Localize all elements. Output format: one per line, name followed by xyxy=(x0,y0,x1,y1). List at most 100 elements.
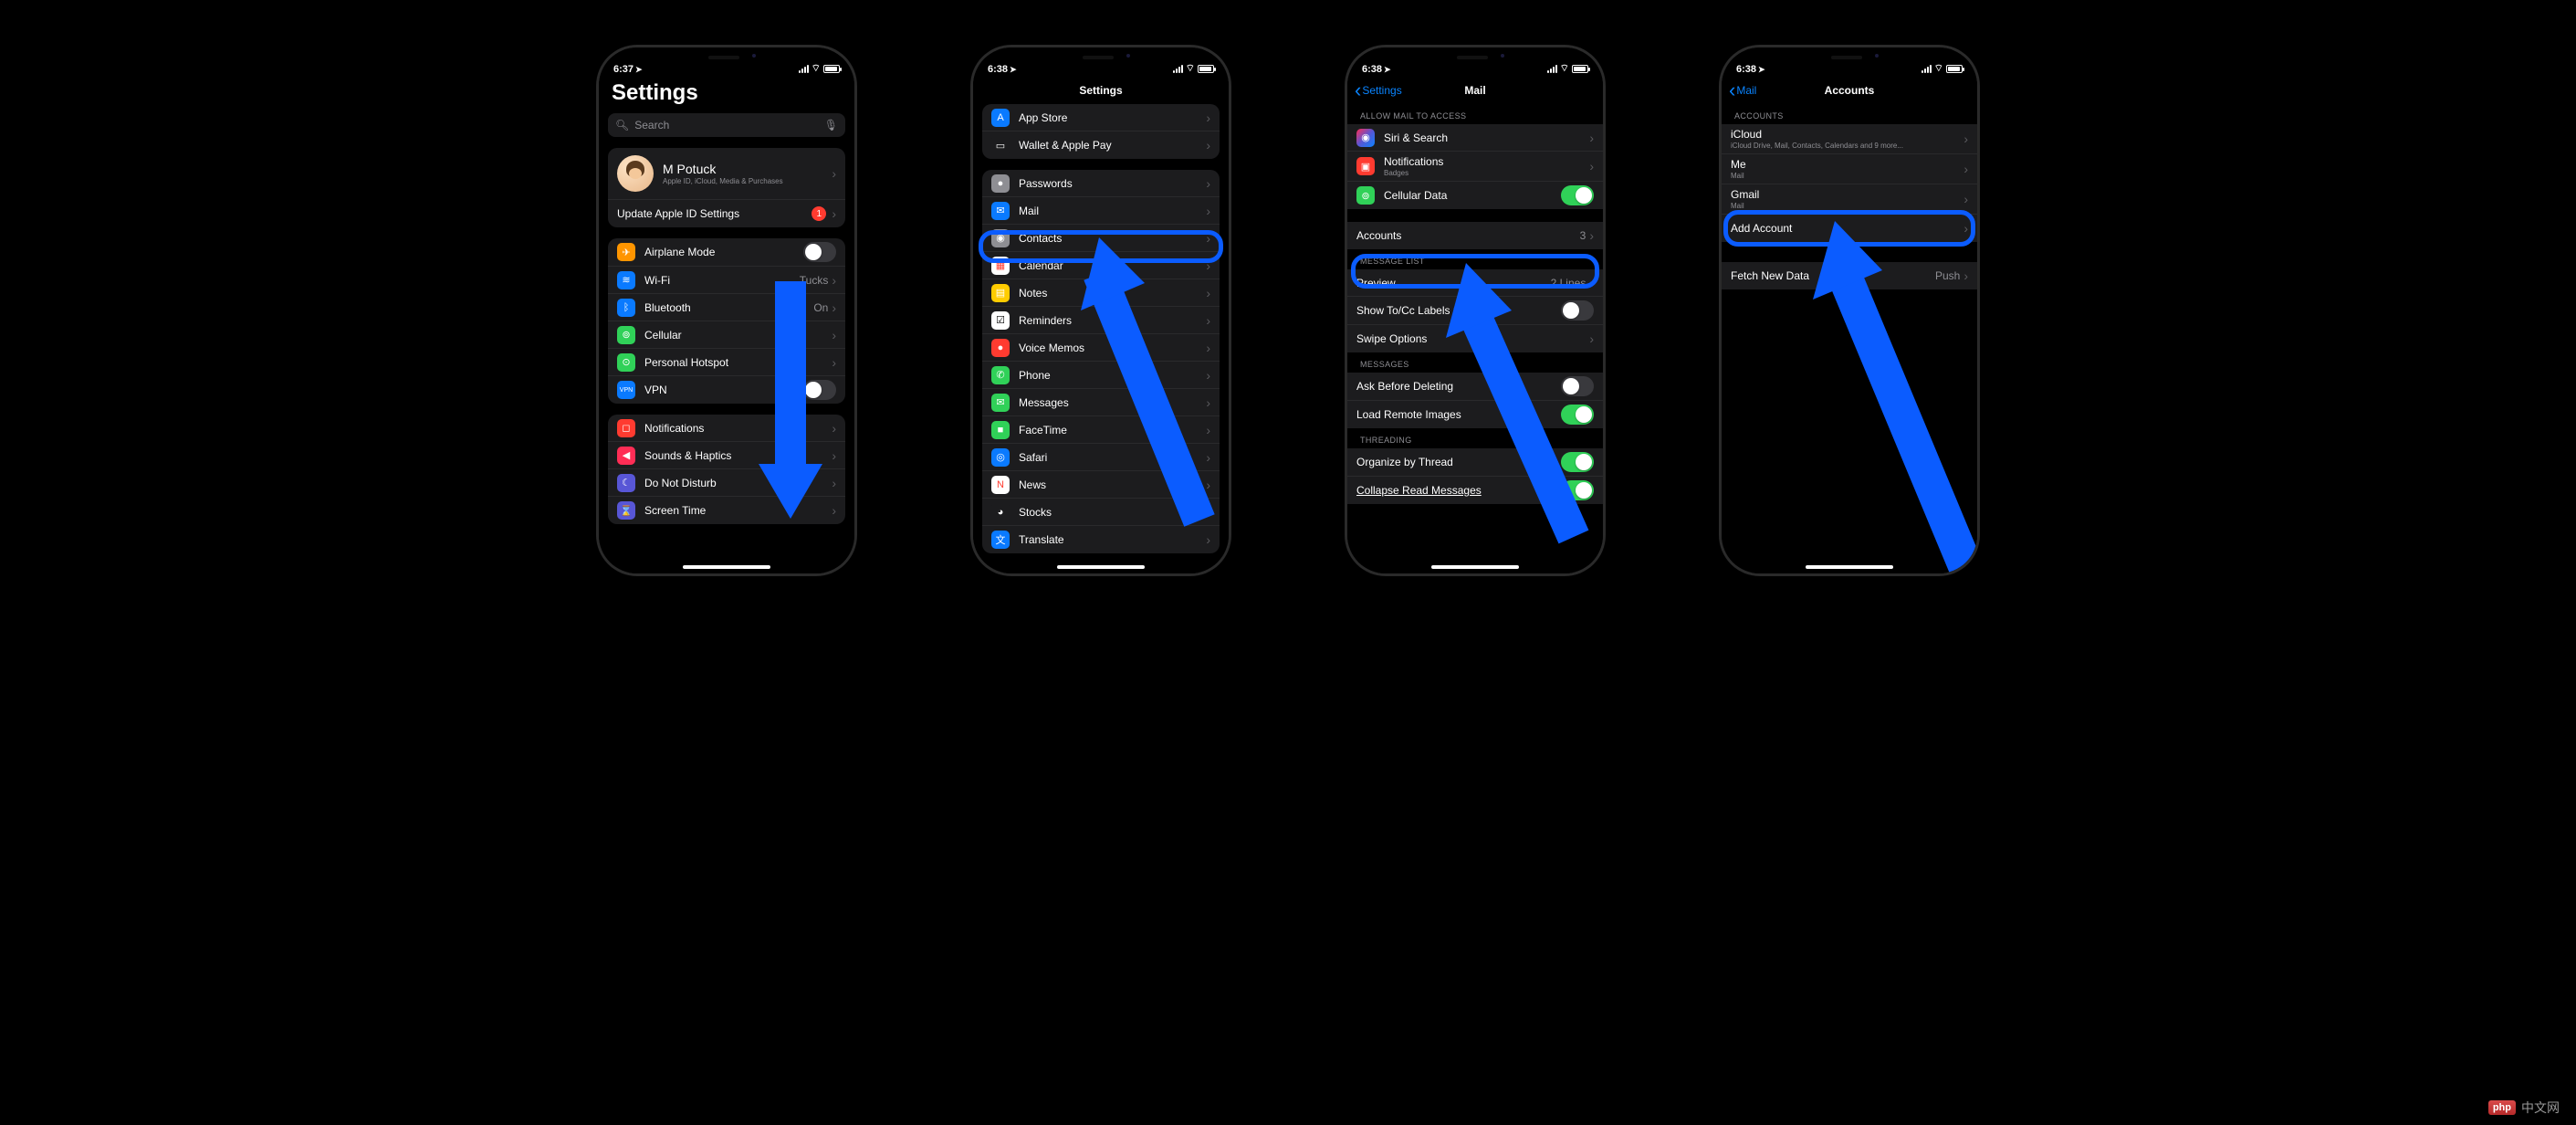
do-not-disturb-label: Do Not Disturb xyxy=(644,477,832,489)
row-show-to-cc-labels[interactable]: Show To/Cc Labels xyxy=(1347,297,1603,325)
back-button[interactable]: Settings xyxy=(1355,84,1402,97)
status-time: 6:37 xyxy=(613,64,634,75)
cellular-data-toggle[interactable] xyxy=(1561,185,1594,205)
back-button[interactable]: Mail xyxy=(1729,84,1756,97)
signal-icon xyxy=(1922,65,1932,73)
reminders-label: Reminders xyxy=(1019,314,1206,327)
chevron-right-icon: › xyxy=(832,206,836,221)
row-reminders[interactable]: ☑Reminders› xyxy=(982,307,1220,334)
row-gmail[interactable]: GmailMail› xyxy=(1722,184,1977,215)
organize-by-thread-toggle[interactable] xyxy=(1561,452,1594,472)
notifications-icon: ▣ xyxy=(1356,157,1375,175)
stocks-label: Stocks xyxy=(1019,506,1206,519)
fetch-label: Fetch New Data xyxy=(1731,269,1935,282)
chevron-right-icon: › xyxy=(1206,423,1210,437)
row-facetime[interactable]: ■FaceTime› xyxy=(982,416,1220,444)
row-organize-by-thread[interactable]: Organize by Thread xyxy=(1347,448,1603,477)
section-label-accounts: ACCOUNTS xyxy=(1722,104,1977,124)
preview-label: Preview xyxy=(1356,277,1551,289)
row-screen-time[interactable]: ⌛Screen Time› xyxy=(608,497,845,524)
row-notifications[interactable]: ▣NotificationsBadges› xyxy=(1347,152,1603,182)
fetch-row[interactable]: Fetch New Data Push › xyxy=(1722,262,1977,289)
row-passwords[interactable]: ●Passwords› xyxy=(982,170,1220,197)
chevron-right-icon: › xyxy=(1206,204,1210,218)
chevron-right-icon: › xyxy=(1963,268,1968,283)
row-app-store[interactable]: AApp Store› xyxy=(982,104,1220,131)
row-do-not-disturb[interactable]: ☾Do Not Disturb› xyxy=(608,469,845,497)
accounts-row[interactable]: Accounts 3 › xyxy=(1347,222,1603,249)
row-phone[interactable]: ✆Phone› xyxy=(982,362,1220,389)
row-stocks[interactable]: ◕Stocks› xyxy=(982,499,1220,526)
row-contacts[interactable]: ◉Contacts› xyxy=(982,225,1220,252)
mail-icon: ✉ xyxy=(991,202,1010,220)
row-wi-fi[interactable]: ≋Wi-FiTucks› xyxy=(608,267,845,294)
passwords-label: Passwords xyxy=(1019,177,1206,190)
chevron-right-icon: › xyxy=(1206,138,1210,152)
profile-name: M Potuck xyxy=(663,162,832,176)
facetime-icon: ■ xyxy=(991,421,1010,439)
row-cellular-data[interactable]: ⊚Cellular Data xyxy=(1347,182,1603,209)
row-me[interactable]: MeMail› xyxy=(1722,154,1977,184)
home-indicator[interactable] xyxy=(1806,565,1893,569)
row-sounds-haptics[interactable]: ◀Sounds & Haptics› xyxy=(608,442,845,469)
sounds-haptics-icon: ◀ xyxy=(617,447,635,465)
row-add-account[interactable]: Add Account› xyxy=(1722,215,1977,242)
home-indicator[interactable] xyxy=(1057,565,1145,569)
row-safari[interactable]: ◎Safari› xyxy=(982,444,1220,471)
row-vpn[interactable]: VPNVPN xyxy=(608,376,845,404)
load-remote-images-toggle[interactable] xyxy=(1561,405,1594,425)
ask-before-deleting-toggle[interactable] xyxy=(1561,376,1594,396)
wifi-icon: ⌔ xyxy=(1560,62,1569,75)
wallet-apple-pay-label: Wallet & Apple Pay xyxy=(1019,139,1206,152)
row-load-remote-images[interactable]: Load Remote Images xyxy=(1347,401,1603,428)
row-notifications[interactable]: ◻Notifications› xyxy=(608,415,845,442)
vpn-toggle[interactable] xyxy=(803,380,836,400)
apple-id-row[interactable]: M Potuck Apple ID, iCloud, Media & Purch… xyxy=(608,148,845,200)
row-news[interactable]: NNews› xyxy=(982,471,1220,499)
personal-hotspot-icon: ⊙ xyxy=(617,353,635,372)
chevron-right-icon: › xyxy=(832,355,836,370)
row-translate[interactable]: 文Translate› xyxy=(982,526,1220,553)
row-preview[interactable]: Preview2 Lines› xyxy=(1347,269,1603,297)
chevron-right-icon: › xyxy=(1206,110,1210,125)
row-cellular[interactable]: ⊚Cellular› xyxy=(608,321,845,349)
search-input[interactable]: 🔍︎ Search 🎙︎ xyxy=(608,113,845,137)
row-collapse-read-messages[interactable]: Collapse Read Messages xyxy=(1347,477,1603,504)
screen-time-label: Screen Time xyxy=(644,504,832,517)
chevron-right-icon: › xyxy=(832,421,836,436)
chevron-right-icon: › xyxy=(832,273,836,288)
home-indicator[interactable] xyxy=(683,565,770,569)
row-airplane-mode[interactable]: ✈Airplane Mode xyxy=(608,238,845,267)
row-icloud[interactable]: iCloudiCloud Drive, Mail, Contacts, Cale… xyxy=(1722,124,1977,154)
signal-icon xyxy=(1547,65,1557,73)
notch xyxy=(1420,47,1530,68)
update-apple-id-row[interactable]: Update Apple ID Settings 1 › xyxy=(608,200,845,227)
row-voice-memos[interactable]: ●Voice Memos› xyxy=(982,334,1220,362)
show-to-cc-labels-toggle[interactable] xyxy=(1561,300,1594,321)
chevron-right-icon: › xyxy=(1589,276,1594,290)
row-siri-search[interactable]: ◉Siri & Search› xyxy=(1347,124,1603,152)
safari-icon: ◎ xyxy=(991,448,1010,467)
chevron-right-icon: › xyxy=(832,476,836,490)
row-calendar[interactable]: ▦Calendar› xyxy=(982,252,1220,279)
row-ask-before-deleting[interactable]: Ask Before Deleting xyxy=(1347,373,1603,401)
calendar-icon: ▦ xyxy=(991,257,1010,275)
row-messages[interactable]: ✉Messages› xyxy=(982,389,1220,416)
row-notes[interactable]: ▤Notes› xyxy=(982,279,1220,307)
row-personal-hotspot[interactable]: ⊙Personal Hotspot› xyxy=(608,349,845,376)
row-mail[interactable]: ✉Mail› xyxy=(982,197,1220,225)
airplane-mode-toggle[interactable] xyxy=(803,242,836,262)
section-label-threading: THREADING xyxy=(1347,428,1603,448)
row-swipe-options[interactable]: Swipe Options› xyxy=(1347,325,1603,352)
chevron-right-icon: › xyxy=(1589,228,1594,243)
collapse-read-messages-toggle[interactable] xyxy=(1561,480,1594,500)
cellular-label: Cellular xyxy=(644,329,832,342)
ask-before-deleting-label: Ask Before Deleting xyxy=(1356,380,1561,393)
wifi-icon: ⌔ xyxy=(812,62,821,75)
chevron-right-icon: › xyxy=(832,166,836,181)
row-wallet-apple-pay[interactable]: ▭Wallet & Apple Pay› xyxy=(982,131,1220,159)
home-indicator[interactable] xyxy=(1431,565,1519,569)
notifications-sub: Badges xyxy=(1384,169,1589,177)
row-bluetooth[interactable]: ᛒBluetoothOn› xyxy=(608,294,845,321)
mic-icon[interactable]: 🎙︎ xyxy=(824,119,838,131)
